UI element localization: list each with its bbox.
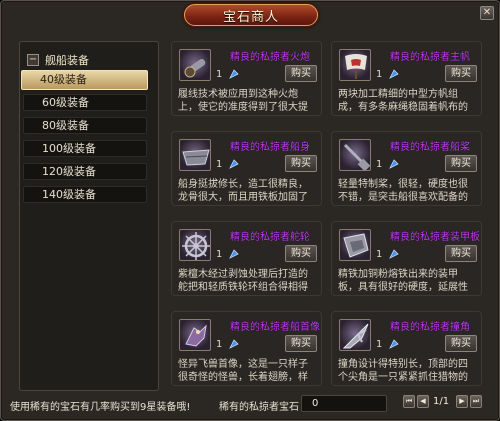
armor-plate-icon[interactable] [339,229,371,261]
last-page-button[interactable]: ⏭ [470,395,482,408]
gem-icon [229,69,239,79]
wheel-icon[interactable] [179,229,211,261]
item-quantity: 1 [376,249,383,260]
item-description: 履线技术被应用到这种火炮上，使它的准度得到了很大提升，更... [178,89,308,113]
buy-button[interactable]: 购买 [285,245,317,262]
item-name: 精良的私掠者主帆 [390,52,470,63]
title-plate: 宝石商人 [184,4,318,26]
item-description: 紫檀木经过剥蚀处理后打造的舵把和轻质铁轮环组合得相得益彰... [178,269,308,293]
item-card: 精良的私掠者船首像 1 购买 怪异飞兽首像，这是一只样子很奇怪的怪兽，长着翅膀，… [171,311,322,386]
item-quantity: 1 [216,249,223,260]
item-name: 精良的私掠者火炮 [230,52,310,63]
sidebar-item-140[interactable]: 140级装备 [23,186,147,203]
page-indicator: 1/1 [433,396,450,407]
currency-value: 0 [301,395,387,412]
sidebar-item-60[interactable]: 60级装备 [23,94,147,111]
item-quantity: 1 [376,69,383,80]
item-name: 精良的私掠者撞角 [390,322,470,333]
first-page-button[interactable]: ⏮ [403,395,415,408]
buy-button[interactable]: 购买 [445,155,477,172]
collapse-icon[interactable]: − [27,54,39,66]
item-description: 精铁加铜粉熔铁出来的装甲板，具有很好的硬度，延展性也不错... [338,269,468,293]
buy-button[interactable]: 购买 [445,245,477,262]
item-name: 精良的私掠者舵轮 [230,232,310,243]
item-card: 精良的私掠者船桨 1 购买 轻量特制桨，很轻，硬度也很不错，是突击船很喜欢配备的… [331,131,482,206]
item-quantity: 1 [216,159,223,170]
cannon-icon[interactable] [179,49,211,81]
sidebar-item-40[interactable]: 40级装备 [21,70,148,90]
hull-icon[interactable] [179,139,211,171]
prev-page-button[interactable]: ◀ [417,395,429,408]
buy-button[interactable]: 购买 [445,335,477,352]
item-description: 船身挺拔修长，造工很精良，龙骨很大，而且用铁板加固了底部... [178,179,308,203]
item-card: 精良的私掠者舵轮 1 购买 紫檀木经过剥蚀处理后打造的舵把和轻质铁轮环组合得相得… [171,221,322,296]
buy-button[interactable]: 购买 [445,65,477,82]
item-name: 精良的私掠者船身 [230,142,310,153]
item-quantity: 1 [376,339,383,350]
footer-hint: 使用稀有的宝石有几率购买到9星装备哦! [10,402,191,413]
oar-icon[interactable] [339,139,371,171]
gem-icon [389,159,399,169]
figurehead-icon[interactable] [179,319,211,351]
item-card: 精良的私掠者装甲板 1 购买 精铁加铜粉熔铁出来的装甲板，具有很好的硬度，延展性… [331,221,482,296]
gem-icon [389,339,399,349]
item-name: 精良的私掠者船桨 [390,142,470,153]
item-quantity: 1 [376,159,383,170]
item-description: 轻量特制桨，很轻，硬度也很不错，是突击船很喜欢配备的桨。... [338,179,468,203]
item-card: 精良的私掠者撞角 1 购买 撞角设计得特别长，顶部的四个尖角是一只紧紧抓住猎物的… [331,311,482,386]
close-button[interactable]: ✕ [480,6,494,20]
buy-button[interactable]: 购买 [285,155,317,172]
buy-button[interactable]: 购买 [285,65,317,82]
gem-icon [229,339,239,349]
sidebar-item-120[interactable]: 120级装备 [23,163,147,180]
shop-window: 宝石商人 ✕ − 舰船装备 40级装备 60级装备 80级装备 100级装备 1… [0,0,500,421]
gem-icon [229,249,239,259]
gem-icon [389,69,399,79]
category-header[interactable]: − 舰船装备 [24,50,155,70]
item-quantity: 1 [216,339,223,350]
buy-button[interactable]: 购买 [285,335,317,352]
item-name: 精良的私掠者装甲板 [390,232,480,243]
category-label: 舰船装备 [45,54,89,67]
item-description: 撞角设计得特别长，顶部的四个尖角是一只紧紧抓住猎物的爪子... [338,359,468,383]
item-quantity: 1 [216,69,223,80]
ram-icon[interactable] [339,319,371,351]
item-card: 精良的私掠者火炮 1 购买 履线技术被应用到这种火炮上，使它的准度得到了很大提升… [171,41,322,116]
item-card: 精良的私掠者船身 1 购买 船身挺拔修长，造工很精良，龙骨很大，而且用铁板加固了… [171,131,322,206]
gem-icon [229,159,239,169]
sidebar-item-80[interactable]: 80级装备 [23,117,147,134]
item-description: 怪异飞兽首像，这是一只样子很奇怪的怪兽，长着翅膀，样子却... [178,359,308,383]
currency-label: 稀有的私掠者宝石 [219,402,299,413]
next-page-button[interactable]: ▶ [456,395,468,408]
sail-icon[interactable] [339,49,371,81]
item-name: 精良的私掠者船首像 [230,322,320,333]
gem-icon [389,249,399,259]
sidebar-item-100[interactable]: 100级装备 [23,140,147,157]
window-title: 宝石商人 [222,9,279,25]
item-description: 两块加工精细的中型方帆组成，有多条麻绳稳固着帆布的位置。... [338,89,468,113]
item-card: 精良的私掠者主帆 1 购买 两块加工精细的中型方帆组成，有多条麻绳稳固着帆布的位… [331,41,482,116]
